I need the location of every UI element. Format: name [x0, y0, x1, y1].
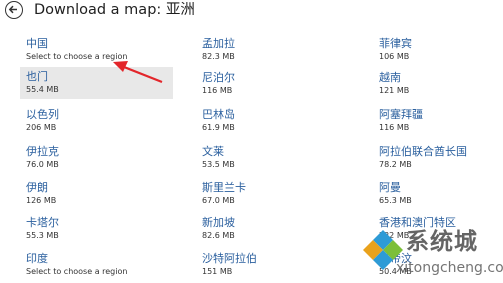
region-item-china[interactable]: 中国 Select to choose a region — [20, 34, 170, 66]
region-size: 206 MB — [26, 123, 57, 132]
region-size: 116 MB — [202, 86, 233, 95]
region-item-iraq[interactable]: 伊拉克 76.0 MB — [20, 142, 170, 174]
region-size: 151 MB — [202, 267, 233, 276]
region-size: 82.6 MB — [202, 231, 235, 240]
region-item-iran[interactable]: 伊朗 126 MB — [20, 178, 170, 210]
watermark: 系统城 xitongcheng.com — [362, 225, 503, 283]
region-item-saudi-arabia[interactable]: 沙特阿拉伯 151 MB — [196, 249, 346, 281]
region-name: 菲律宾 — [379, 37, 412, 50]
region-item-bangladesh[interactable]: 孟加拉 82.3 MB — [196, 34, 346, 66]
region-name: 以色列 — [26, 108, 59, 121]
region-size: 55.3 MB — [26, 231, 59, 240]
region-item-india[interactable]: 印度 Select to choose a region — [20, 249, 170, 281]
header-bar: Download a map: 亚洲 — [0, 0, 503, 22]
page-title: Download a map: 亚洲 — [34, 2, 195, 18]
region-name: 斯里兰卡 — [202, 181, 246, 194]
region-size: 67.0 MB — [202, 196, 235, 205]
region-name: 阿塞拜疆 — [379, 108, 423, 121]
region-size: 106 MB — [379, 52, 410, 61]
region-item-oman[interactable]: 阿曼 65.3 MB — [373, 178, 501, 210]
back-arrow-icon — [8, 5, 17, 14]
region-name: 卡塔尔 — [26, 216, 59, 229]
region-name: 中国 — [26, 37, 48, 50]
region-name: 新加坡 — [202, 216, 235, 229]
region-name: 沙特阿拉伯 — [202, 252, 257, 265]
watermark-brand: 系统城 — [406, 229, 478, 255]
region-name: 阿拉伯联合酋长国 — [379, 145, 467, 158]
region-item-brunei[interactable]: 文莱 53.5 MB — [196, 142, 346, 174]
region-size: 65.3 MB — [379, 196, 412, 205]
region-name: 孟加拉 — [202, 37, 235, 50]
region-name: 也门 — [26, 70, 48, 83]
region-name: 巴林岛 — [202, 108, 235, 121]
region-size: 126 MB — [26, 196, 57, 205]
region-item-uae[interactable]: 阿拉伯联合酋长国 78.2 MB — [373, 142, 501, 174]
region-size: 53.5 MB — [202, 160, 235, 169]
region-item-bahrain[interactable]: 巴林岛 61.9 MB — [196, 105, 346, 137]
region-name: 印度 — [26, 252, 48, 265]
region-name: 尼泊尔 — [202, 71, 235, 84]
region-size: Select to choose a region — [26, 52, 128, 61]
region-item-azerbaijan[interactable]: 阿塞拜疆 116 MB — [373, 105, 501, 137]
region-size: 55.4 MB — [26, 85, 59, 94]
region-item-sri-lanka[interactable]: 斯里兰卡 67.0 MB — [196, 178, 346, 210]
region-name: 越南 — [379, 71, 401, 84]
region-size: 116 MB — [379, 123, 410, 132]
region-size: 78.2 MB — [379, 160, 412, 169]
region-item-philippines[interactable]: 菲律宾 106 MB — [373, 34, 501, 66]
region-item-vietnam[interactable]: 越南 121 MB — [373, 68, 501, 100]
region-size: 121 MB — [379, 86, 410, 95]
region-name: 伊朗 — [26, 181, 48, 194]
region-item-qatar[interactable]: 卡塔尔 55.3 MB — [20, 213, 170, 245]
region-size: 61.9 MB — [202, 123, 235, 132]
region-name: 文莱 — [202, 145, 224, 158]
region-item-singapore[interactable]: 新加坡 82.6 MB — [196, 213, 346, 245]
region-name: 伊拉克 — [26, 145, 59, 158]
back-button[interactable] — [5, 1, 23, 19]
region-size: 76.0 MB — [26, 160, 59, 169]
region-item-israel[interactable]: 以色列 206 MB — [20, 105, 170, 137]
region-name: 阿曼 — [379, 181, 401, 194]
region-size: Select to choose a region — [26, 267, 128, 276]
watermark-domain: xitongcheng.com — [396, 260, 503, 276]
region-item-nepal[interactable]: 尼泊尔 116 MB — [196, 68, 346, 100]
region-item-yemen[interactable]: 也门 55.4 MB — [20, 67, 173, 99]
region-size: 82.3 MB — [202, 52, 235, 61]
